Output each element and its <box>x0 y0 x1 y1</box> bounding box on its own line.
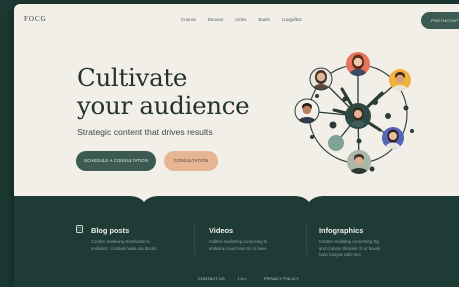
card-text-line: endutine cous hous tor ro bees. <box>209 245 268 251</box>
contact-us-link[interactable]: CONTACT US <box>198 276 225 281</box>
card-text-line: endiseirs. ccottival heals ara dooda <box>91 245 157 251</box>
card-title-videos[interactable]: Videos <box>209 226 233 235</box>
card-divider <box>194 221 195 255</box>
avatar-man-2 <box>294 98 320 124</box>
card-text-line: Contem markuing stomilution tu <box>91 239 150 244</box>
card-text-line: hanc booyas calie rten <box>319 252 361 257</box>
card-text-blog-posts: Contem markuing stomilution tu endiseirs… <box>91 239 156 252</box>
card-title-blog-posts[interactable]: Blog posts <box>91 226 129 235</box>
privacy-policy-link[interactable]: PRIVACY POLICY <box>264 276 299 281</box>
avatar-woman-hub <box>345 103 371 129</box>
browser-window: FOCG Cuonra Deouns Ucles Buels Lungufbxt… <box>14 4 459 287</box>
avatar-woman-3 <box>382 127 404 149</box>
card-text-infographics: Contem markting connesting thy and crutu… <box>319 239 380 259</box>
card-text-videos: Culltivs marketing ccrnurcing to endutin… <box>209 239 268 252</box>
card-title-infographics[interactable]: Infographics <box>319 226 363 235</box>
audience-network-illustration <box>294 52 414 174</box>
avatar-man-1 <box>389 69 411 91</box>
social-links[interactable]: f in t <box>238 276 247 281</box>
hero-section: FOCG Cuonra Deouns Ucles Buels Lungufbxt… <box>14 4 459 196</box>
avatar-man-3 <box>347 150 371 174</box>
card-divider <box>306 221 307 255</box>
footer: CONTACT US f in t PRIVACY POLICY <box>14 276 459 287</box>
card-text-line: Culltivs marketing ccrnurcing to <box>209 239 268 244</box>
avatar-woman-2 <box>346 52 370 76</box>
shield-icon: ⛉ <box>76 225 83 233</box>
avatar-woman-1 <box>309 67 333 91</box>
card-text-line: Contem markting connesting thy <box>319 239 380 244</box>
services-section: ⛉ Blog posts Contem markuing stomilution… <box>14 199 459 271</box>
